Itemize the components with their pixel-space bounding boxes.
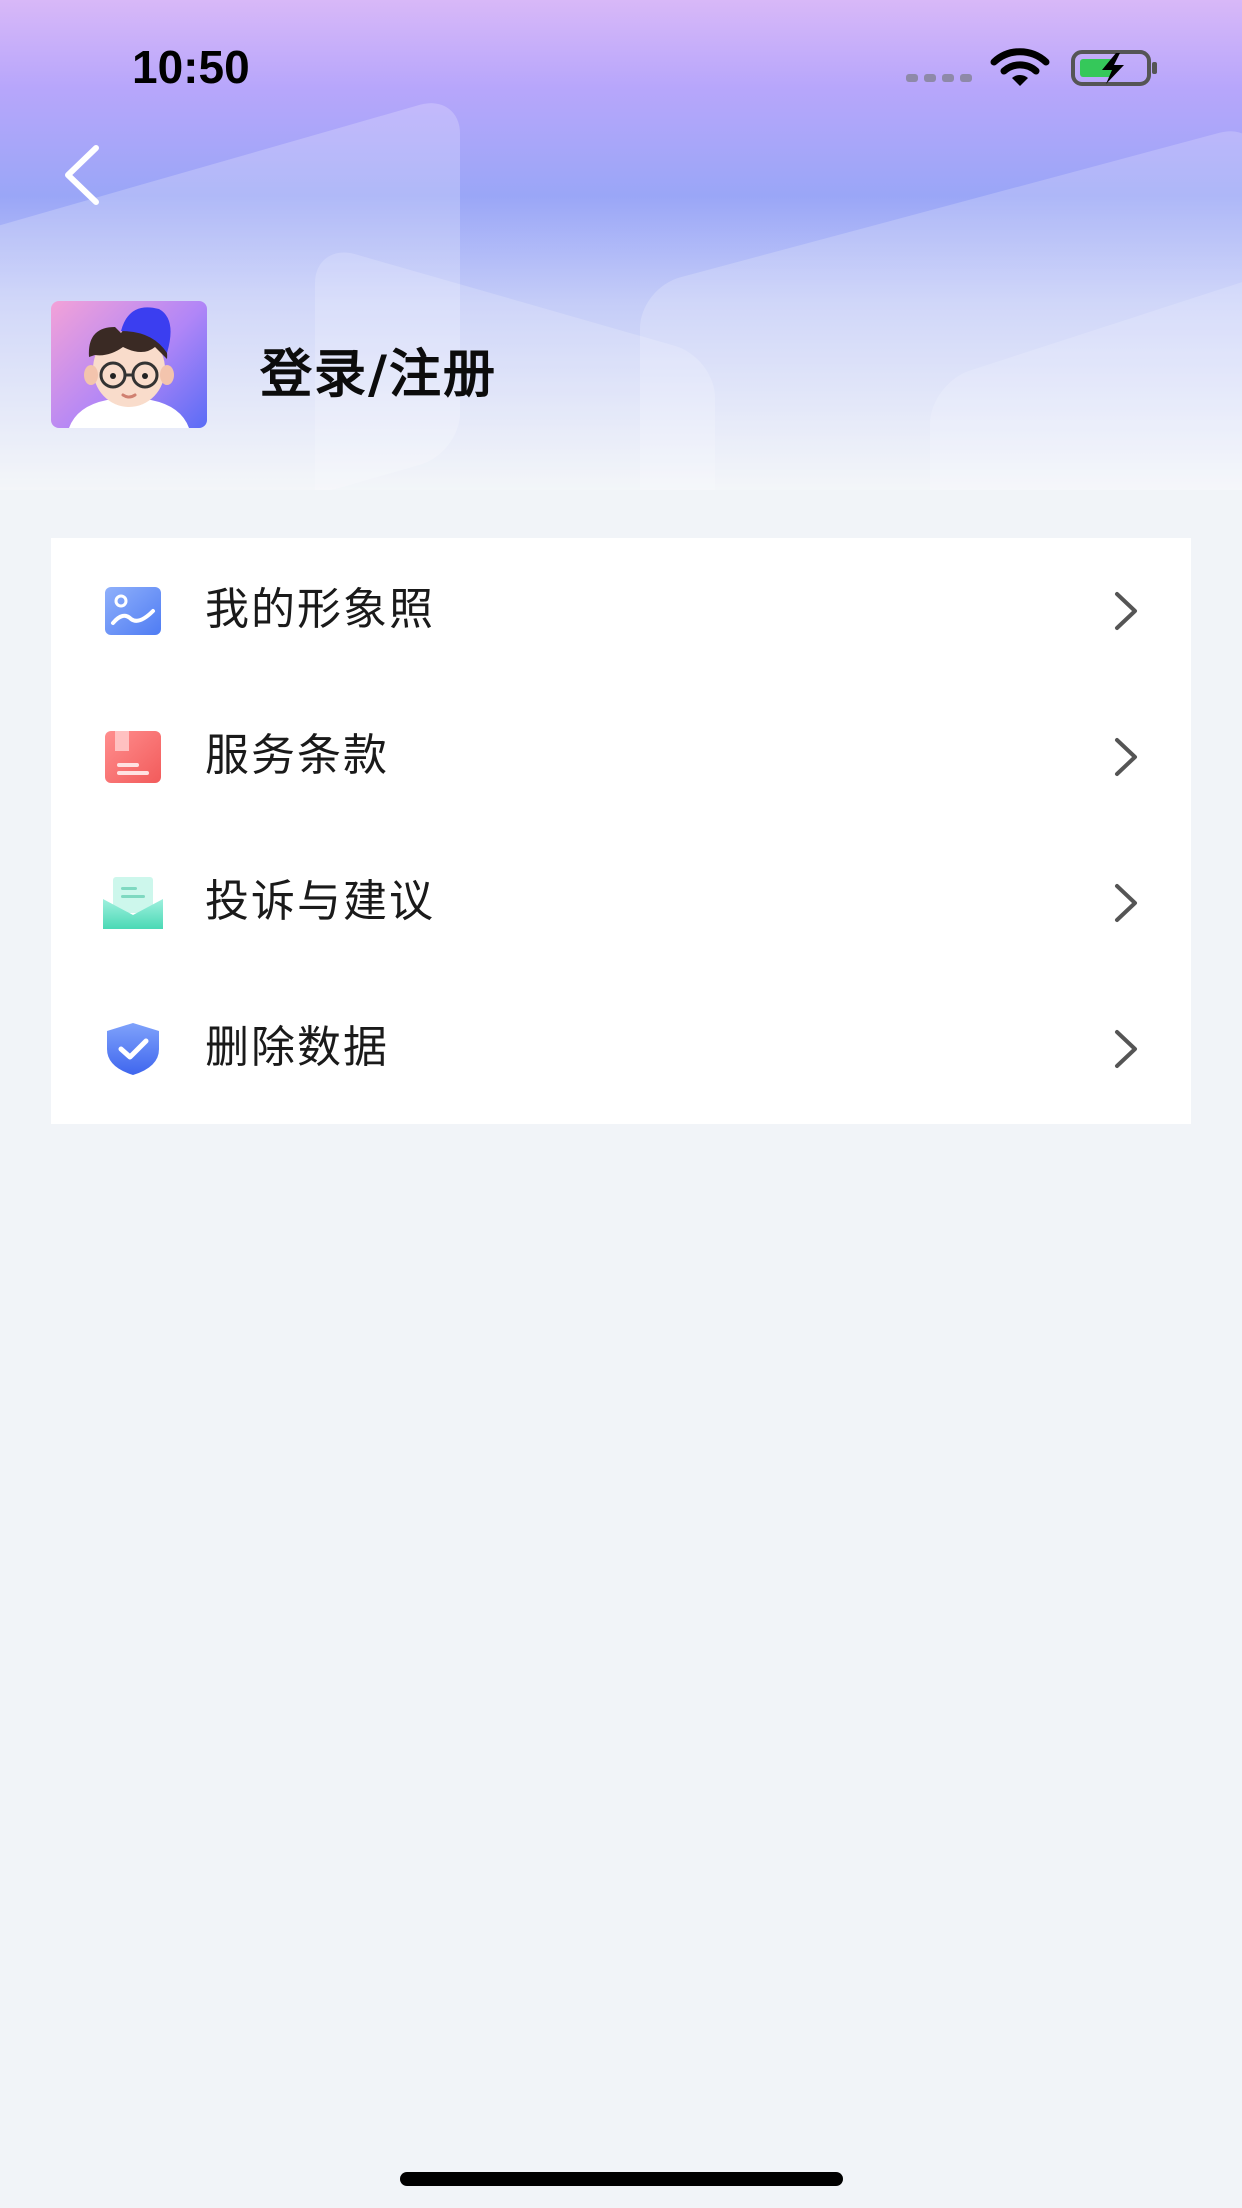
avatar-illustration [69, 307, 189, 428]
menu-item-label: 投诉与建议 [205, 876, 435, 927]
menu-card: 我的形象照 服务条款 投诉与建议 删除数据 [51, 538, 1191, 1124]
battery-charging-icon [1071, 50, 1157, 86]
status-time: 10:50 [132, 41, 250, 93]
home-indicator[interactable] [400, 2172, 843, 2186]
menu-item-label: 删除数据 [205, 1022, 389, 1073]
menu-item-label: 服务条款 [205, 730, 389, 781]
portrait-photo-icon [105, 587, 161, 635]
menu-item-feedback[interactable]: 投诉与建议 [51, 830, 1191, 976]
menu-item-portrait-photo[interactable]: 我的形象照 [51, 538, 1191, 684]
login-register-link[interactable]: 登录/注册 [260, 332, 497, 407]
chevron-right-icon [1115, 592, 1137, 630]
chevron-right-icon [1115, 884, 1137, 922]
terms-book-icon [105, 731, 161, 783]
wifi-icon [990, 48, 1050, 86]
menu-item-delete-data[interactable]: 删除数据 [51, 976, 1191, 1122]
cellular-signal-icon [906, 74, 972, 82]
shield-check-icon [107, 1023, 159, 1075]
avatar[interactable] [51, 301, 207, 428]
feedback-mail-icon [103, 877, 163, 929]
back-button[interactable] [54, 140, 114, 210]
menu-item-label: 我的形象照 [205, 584, 435, 635]
chevron-right-icon [1115, 738, 1137, 776]
chevron-right-icon [1115, 1030, 1137, 1068]
menu-item-terms[interactable]: 服务条款 [51, 684, 1191, 830]
